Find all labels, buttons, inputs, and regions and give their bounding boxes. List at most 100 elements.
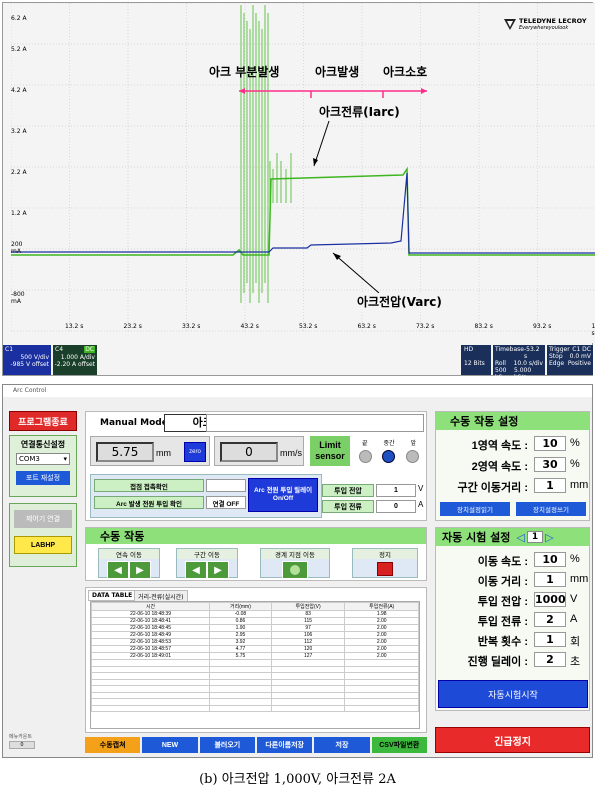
setting-label: 2영역 속도 : bbox=[471, 461, 528, 473]
setting-value-input[interactable]: 1 bbox=[534, 478, 566, 493]
table-row[interactable]: 22-06-10 18:48:41 0.86 115 2.00 bbox=[90, 617, 419, 625]
setting-label: 투입 전압 : bbox=[477, 596, 528, 608]
table-cell: 83 bbox=[270, 610, 346, 618]
bottom-button[interactable]: 수동캡쳐 bbox=[85, 737, 141, 753]
table-cell: 5.75 bbox=[209, 652, 272, 660]
timebase-label: Timebase bbox=[495, 346, 524, 353]
auto-test-start-button[interactable]: 자동시험시작 bbox=[438, 680, 588, 708]
table-row[interactable]: 22-06-10 18:48:49 2.95 106 2.00 bbox=[90, 631, 419, 639]
controller-group: 제어기 연결 LABHP bbox=[9, 503, 77, 567]
setting-unit: V bbox=[570, 593, 578, 605]
speed-unit: mm/s bbox=[280, 448, 302, 458]
input-current-value: 0 bbox=[376, 500, 416, 513]
setting-value-input[interactable]: 30 bbox=[534, 457, 566, 472]
device-read-button[interactable]: 장치설정읽기 bbox=[440, 502, 510, 516]
auto-test-header: 자동 시험 설정 ◁ 1 ▷ bbox=[436, 528, 589, 546]
device-write-button[interactable]: 장치설정쓰기 bbox=[516, 502, 586, 516]
timebase-box[interactable]: Timebase -53.2 s Roll 10.0 s/div 500 kS 5.0… bbox=[493, 345, 545, 381]
table-cell: 0.86 bbox=[209, 617, 272, 625]
ch1-box[interactable]: C1 500 V/div -985 V offset bbox=[3, 345, 51, 375]
table-row[interactable]: 22-06-10 18:48:57 4.77 120 2.00 bbox=[90, 645, 419, 653]
next-arrow-icon[interactable]: ▷ bbox=[545, 531, 553, 544]
setting-row: 2영역 속도 : 30% bbox=[440, 457, 588, 473]
continuous-left-arrow-icon[interactable]: ◀ bbox=[107, 561, 129, 579]
continuous-right-arrow-icon[interactable]: ▶ bbox=[129, 561, 151, 579]
auto-test-panel: 자동 시험 설정 ◁ 1 ▷ 이동 속도 : 10% 이동 거리 : 1 mm 투입 전압… bbox=[435, 527, 590, 711]
setting-row: 1영역 속도 : 10% bbox=[440, 436, 588, 452]
input-voltage-unit: V bbox=[418, 484, 424, 493]
x-tick-label: 83.2 s bbox=[474, 323, 493, 330]
bottom-button[interactable]: CSV파일변환 bbox=[371, 737, 427, 753]
interval-right-arrow-icon[interactable]: ▶ bbox=[207, 561, 229, 579]
bottom-button[interactable]: 불러오기 bbox=[199, 737, 255, 753]
arc-relay-toggle-label: Arc 전원 투입 릴레이 On/Off bbox=[253, 487, 313, 502]
table-row[interactable]: 22-06-10 18:48:53 3.92 112 2.00 bbox=[90, 638, 419, 646]
setting-value-input[interactable]: 1 bbox=[534, 572, 566, 587]
table-cell: 22-06-10 18:48:57 bbox=[90, 645, 211, 653]
program-exit-button[interactable]: 프로그램종료 bbox=[9, 411, 77, 431]
table-row[interactable]: 22-06-10 18:48:39 -0.08 83 1.98 bbox=[90, 610, 419, 618]
table-cell: 2.00 bbox=[344, 638, 419, 646]
table-cell: 2.00 bbox=[344, 631, 419, 639]
setting-value-input[interactable]: 1000 bbox=[534, 592, 566, 607]
interval-left-arrow-icon[interactable]: ◀ bbox=[185, 561, 207, 579]
setting-unit: % bbox=[570, 553, 580, 565]
input-voltage-value-text: 1 bbox=[394, 487, 398, 494]
samples: 500 kS bbox=[495, 367, 507, 381]
tab-data-table[interactable]: DATA TABLE bbox=[88, 590, 137, 601]
com-port-value: COM3 bbox=[19, 455, 40, 463]
setting-unit: mm bbox=[570, 479, 589, 491]
continuous-move-label: 연속 이동 bbox=[99, 549, 159, 559]
y-tick-label: 3.2 A bbox=[11, 128, 27, 135]
port-reset-button[interactable]: 포트 재설정 bbox=[16, 471, 70, 485]
figure-caption: (b) 아크전압 1,000V, 아크전류 2A bbox=[199, 772, 396, 787]
setting-row: 이동 속도 : 10% bbox=[440, 552, 588, 568]
table-row[interactable]: 22-06-10 18:49:01 5.75 127 2.00 bbox=[90, 652, 419, 660]
emergency-stop-button[interactable]: 긴급정지 bbox=[435, 727, 590, 753]
bottom-button[interactable]: 저장 bbox=[314, 737, 370, 753]
setting-value-input[interactable]: 2 bbox=[534, 652, 566, 667]
table-cell: 112 bbox=[270, 638, 346, 646]
prev-arrow-icon[interactable]: ◁ bbox=[516, 531, 524, 544]
y-tick-label: 6.2 A bbox=[11, 15, 27, 22]
com-port-select[interactable]: COM3 ▾ bbox=[16, 453, 70, 465]
setting-row: 진행 딜레이 : 2초 bbox=[440, 652, 588, 668]
bottom-button[interactable]: NEW bbox=[142, 737, 198, 753]
trigger-tag: C1 DC bbox=[572, 346, 591, 353]
input-current-label-text: 투입 전류 bbox=[334, 503, 362, 511]
limit-sensor-text: Limit sensor bbox=[315, 440, 345, 461]
program-exit-label: 프로그램종료 bbox=[18, 416, 68, 427]
stop-value: 0.0 mV bbox=[569, 353, 591, 360]
setting-value-input[interactable]: 2 bbox=[534, 612, 566, 627]
contact-check-text: 접점 접촉확인 bbox=[130, 483, 168, 491]
table-cell: 3.92 bbox=[209, 638, 272, 646]
boundary-move-button[interactable] bbox=[282, 561, 308, 579]
stop-square-icon[interactable] bbox=[377, 562, 393, 576]
zero-button[interactable]: zero bbox=[184, 442, 206, 462]
interval-move-label: 구간 이동 bbox=[177, 549, 237, 559]
auto-test-index[interactable]: 1 bbox=[526, 531, 544, 543]
arc-power-check-label: Arc 발생 전원 투입 확인 bbox=[94, 496, 204, 509]
controller-connect-button[interactable]: 제어기 연결 bbox=[14, 510, 72, 528]
arc-relay-toggle-button[interactable]: Arc 전원 투입 릴레이 On/Off bbox=[248, 478, 318, 512]
y-tick-label: 5.2 A bbox=[11, 46, 27, 53]
boundary-move-label: 경계 지점 이동 bbox=[261, 549, 329, 559]
labhp-button[interactable]: LABHP bbox=[14, 536, 72, 554]
x-tick-label: 73.2 s bbox=[416, 323, 435, 330]
table-row[interactable]: 22-06-10 18:48:45 1.90 97 2.00 bbox=[90, 624, 419, 632]
trigger-box[interactable]: Trigger C1 DC Stop 0.0 mV Edge Positive bbox=[547, 345, 593, 375]
setting-unit: 회 bbox=[570, 636, 581, 648]
ch4-box[interactable]: C4 DC 1.000 A/div -2.20 A offset bbox=[53, 345, 97, 375]
controller-connect-label: 제어기 연결 bbox=[25, 516, 61, 523]
bottom-button[interactable]: 다른이름저장 bbox=[256, 737, 313, 753]
setting-value-input[interactable]: 1 bbox=[534, 632, 566, 647]
setting-value-input[interactable]: 10 bbox=[534, 552, 566, 567]
timebase-value: -53.2 s bbox=[524, 346, 540, 360]
table-header-cell: 거리(mm) bbox=[209, 602, 272, 611]
comm-setting-label: 연결통신설정 bbox=[20, 440, 66, 449]
table-header-cell: 투입전류(A) bbox=[344, 602, 419, 611]
data-table-container: 시간 거리(mm) 투입전압(V) 투입전류(A) 22-06-10 18:48:39… bbox=[90, 601, 420, 729]
input-voltage-value: 1 bbox=[376, 484, 416, 497]
setting-value-input[interactable]: 10 bbox=[534, 436, 566, 451]
hd-bits: 12 Bits bbox=[464, 360, 485, 367]
